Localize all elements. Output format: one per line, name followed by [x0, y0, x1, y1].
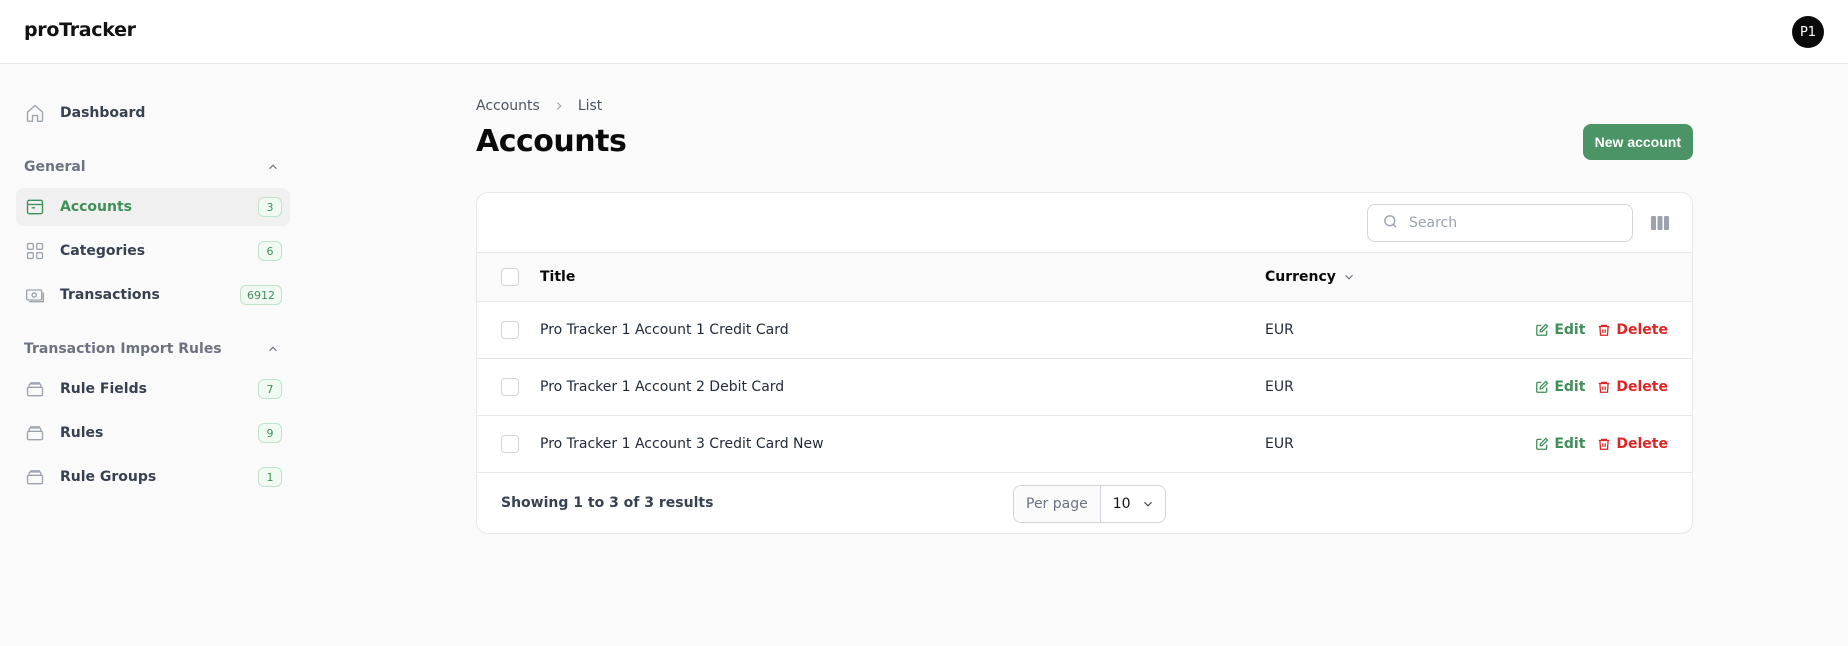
select-all-checkbox[interactable] [501, 268, 519, 286]
banknote-icon [24, 284, 46, 306]
sidebar-item-label: Accounts [60, 199, 133, 215]
sidebar-item-transactions[interactable]: Transactions 6912 [16, 276, 290, 314]
table-footer: Showing 1 to 3 of 3 results Per page 10 [477, 473, 1692, 533]
edit-icon [1536, 380, 1549, 393]
search-input[interactable] [1409, 215, 1609, 231]
user-avatar[interactable]: P1 [1792, 16, 1824, 48]
row-title: Pro Tracker 1 Account 2 Debit Card [540, 379, 785, 395]
page-title: Accounts [476, 124, 627, 159]
row-currency: EUR [1265, 379, 1294, 395]
chevron-down-icon [1345, 274, 1353, 280]
chevron-up-icon [266, 342, 280, 360]
home-icon [24, 102, 46, 124]
group-import-rules-toggle[interactable]: Transaction Import Rules [16, 334, 290, 364]
trash-icon [1599, 324, 1610, 336]
group-label: General [24, 159, 86, 175]
row-actions: Edit Delete [1535, 322, 1668, 338]
edit-label: Edit [1554, 436, 1586, 452]
trash-icon [1599, 381, 1610, 393]
chevron-up-icon [266, 160, 280, 178]
row-checkbox[interactable] [501, 378, 519, 396]
sidebar-item-label: Dashboard [60, 105, 146, 121]
delete-button[interactable]: Delete [1597, 379, 1668, 395]
delete-label: Delete [1616, 379, 1668, 395]
search-icon [1382, 213, 1399, 234]
stack-icon [24, 378, 46, 400]
count-badge: 9 [258, 423, 282, 443]
row-checkbox[interactable] [501, 321, 519, 339]
stack-icon [24, 466, 46, 488]
sidebar-item-rules[interactable]: Rules 9 [16, 414, 290, 452]
sidebar-item-accounts[interactable]: Accounts 3 [16, 188, 290, 226]
per-page-control: Per page 10 [1013, 485, 1166, 523]
sidebar-item-label: Rule Fields [60, 381, 147, 397]
new-account-button[interactable]: New account [1582, 124, 1693, 160]
delete-label: Delete [1616, 322, 1668, 338]
row-title: Pro Tracker 1 Account 1 Credit Card [540, 322, 789, 338]
table-toolbar [477, 193, 1692, 253]
column-currency-header[interactable]: Currency [1265, 269, 1356, 285]
table-row: Pro Tracker 1 Account 1 Credit Card EUR … [477, 302, 1692, 359]
count-badge: 3 [258, 197, 282, 217]
chevron-down-icon [1143, 501, 1152, 507]
edit-icon [1536, 437, 1549, 450]
edit-button[interactable]: Edit [1535, 436, 1585, 452]
top-bar: proTracker P1 [0, 0, 1848, 64]
table-row: Pro Tracker 1 Account 3 Credit Card New … [477, 416, 1692, 473]
row-actions: Edit Delete [1535, 436, 1668, 452]
per-page-value: 10 [1112, 496, 1131, 512]
sidebar: Dashboard General Accounts 3 Categories … [16, 94, 290, 502]
edit-label: Edit [1554, 322, 1586, 338]
trash-icon [1599, 438, 1610, 450]
breadcrumb: Accounts List [476, 94, 1693, 118]
stack-icon [24, 422, 46, 444]
per-page-select[interactable]: 10 [1100, 486, 1165, 522]
column-title-header: Title [540, 269, 576, 285]
group-general-toggle[interactable]: General [16, 152, 290, 182]
row-checkbox[interactable] [501, 435, 519, 453]
edit-icon [1536, 323, 1549, 336]
sidebar-item-label: Rules [60, 425, 104, 441]
wallet-icon [24, 196, 46, 218]
chevron-right-icon [552, 99, 566, 113]
accounts-table-card: Title Currency Pro Tracker 1 Account 1 C… [476, 192, 1693, 534]
table-header: Title Currency [477, 253, 1692, 302]
breadcrumb-accounts[interactable]: Accounts [476, 98, 540, 114]
grid-icon [24, 240, 46, 262]
count-badge: 6 [258, 241, 282, 261]
column-currency-label: Currency [1265, 269, 1336, 285]
row-currency: EUR [1265, 322, 1294, 338]
sidebar-item-rule-fields[interactable]: Rule Fields 7 [16, 370, 290, 408]
count-badge: 6912 [240, 285, 282, 305]
edit-label: Edit [1554, 379, 1586, 395]
sidebar-item-label: Transactions [60, 287, 160, 303]
sidebar-item-label: Rule Groups [60, 469, 157, 485]
edit-button[interactable]: Edit [1535, 322, 1585, 338]
per-page-label: Per page [1014, 486, 1101, 522]
brand-logo[interactable]: proTracker [24, 19, 136, 41]
table-row: Pro Tracker 1 Account 2 Debit Card EUR E… [477, 359, 1692, 416]
columns-icon[interactable] [1650, 214, 1670, 236]
delete-button[interactable]: Delete [1597, 436, 1668, 452]
main-content: Accounts List Accounts New account Title… [476, 94, 1693, 534]
count-badge: 1 [258, 467, 282, 487]
row-title: Pro Tracker 1 Account 3 Credit Card New [540, 436, 824, 452]
delete-label: Delete [1616, 436, 1668, 452]
count-badge: 7 [258, 379, 282, 399]
row-actions: Edit Delete [1535, 379, 1668, 395]
edit-button[interactable]: Edit [1535, 379, 1585, 395]
sidebar-item-rule-groups[interactable]: Rule Groups 1 [16, 458, 290, 496]
sidebar-item-categories[interactable]: Categories 6 [16, 232, 290, 270]
breadcrumb-list: List [577, 98, 603, 114]
group-label: Transaction Import Rules [24, 341, 222, 357]
delete-button[interactable]: Delete [1597, 322, 1668, 338]
results-summary: Showing 1 to 3 of 3 results [501, 495, 714, 511]
sidebar-item-dashboard[interactable]: Dashboard [16, 94, 290, 132]
row-currency: EUR [1265, 436, 1294, 452]
search-box[interactable] [1367, 204, 1633, 242]
sidebar-item-label: Categories [60, 243, 146, 259]
